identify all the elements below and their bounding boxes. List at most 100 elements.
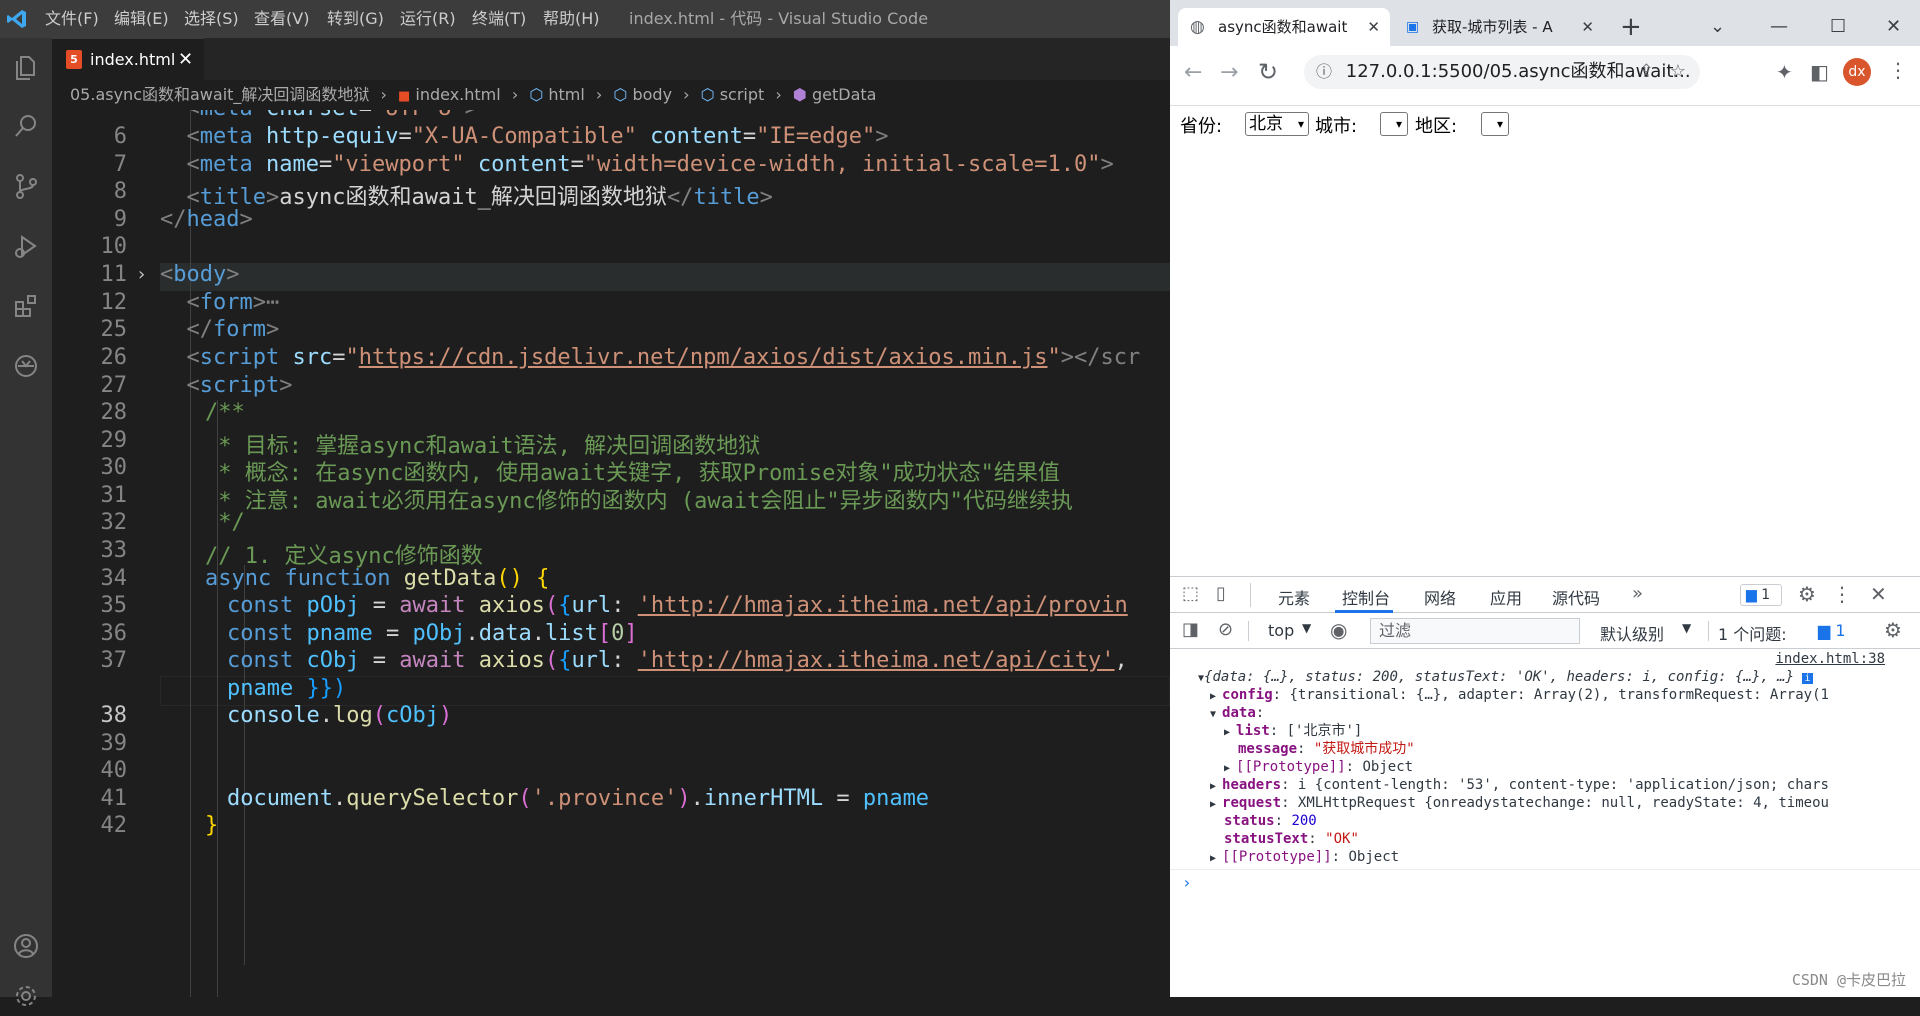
tab-network[interactable]: 网络 bbox=[1424, 585, 1456, 609]
browser-tab[interactable]: ▣ 获取-城市列表 - A ✕ bbox=[1392, 8, 1604, 46]
address-bar[interactable]: ⓘ 127.0.0.1:5500/05.async函数和await... ⇪ ☆ bbox=[1304, 55, 1700, 89]
page-icon: ▣ bbox=[1406, 19, 1420, 35]
device-toolbar-icon[interactable]: ▯ bbox=[1216, 583, 1226, 604]
breadcrumb-html[interactable]: html bbox=[548, 85, 584, 104]
chevron-down-icon[interactable]: ⌄ bbox=[1710, 8, 1725, 46]
log-list-row[interactable]: ▶ list: ['北京市'] bbox=[1224, 722, 1362, 740]
element-icon: ⬡ bbox=[613, 85, 628, 104]
province-select[interactable]: 北京 ▾ bbox=[1245, 112, 1309, 136]
divider bbox=[1248, 621, 1249, 641]
context-select[interactable]: top bbox=[1268, 621, 1294, 640]
editor-tabs bbox=[52, 38, 1170, 80]
forward-arrow-icon[interactable]: → bbox=[1220, 60, 1238, 85]
hover-line bbox=[160, 263, 1170, 291]
tab-elements[interactable]: 元素 bbox=[1278, 585, 1310, 609]
account-icon[interactable] bbox=[6, 926, 46, 966]
line-number: 9 bbox=[113, 207, 127, 232]
new-tab-button[interactable]: + bbox=[1620, 8, 1642, 46]
side-panel-icon[interactable]: ◧ bbox=[1810, 60, 1829, 84]
close-window-button[interactable]: ✕ bbox=[1886, 8, 1901, 46]
more-tabs-icon[interactable]: » bbox=[1632, 583, 1643, 604]
tab-console[interactable]: 控制台 bbox=[1342, 585, 1390, 609]
tab-index-html[interactable]: 5 index.html ✕ bbox=[52, 38, 204, 80]
log-data-row[interactable]: ▼ data: bbox=[1210, 704, 1264, 722]
menu-selection[interactable]: 选择(S) bbox=[184, 0, 239, 38]
area-label: 地区: bbox=[1415, 116, 1458, 137]
menu-file[interactable]: 文件(F) bbox=[45, 0, 99, 38]
close-icon[interactable]: ✕ bbox=[1581, 8, 1594, 46]
breadcrumb: 05.async函数和await_解决回调函数地狱 › ■ index.html… bbox=[52, 80, 1170, 110]
divider bbox=[1708, 621, 1709, 641]
log-summary-row[interactable]: ▼{data: {…}, status: 200, statusText: 'O… bbox=[1198, 668, 1918, 686]
issues-label[interactable]: 1 个问题: bbox=[1718, 621, 1787, 645]
code-line-42: } bbox=[205, 813, 219, 838]
clear-console-icon[interactable]: ⊘ bbox=[1218, 619, 1233, 640]
indent-guide bbox=[190, 110, 191, 997]
breadcrumb-script[interactable]: script bbox=[720, 85, 765, 104]
tab-application[interactable]: 应用 bbox=[1490, 585, 1522, 609]
extensions-icon[interactable] bbox=[6, 286, 46, 326]
source-link[interactable]: index.html:38 bbox=[1775, 650, 1885, 668]
chevron-down-icon: ▼ bbox=[1682, 621, 1692, 635]
menu-view[interactable]: 查看(V) bbox=[254, 0, 309, 38]
messages-badge[interactable]: ▆ 1 bbox=[1740, 584, 1782, 606]
code-line-35: const pObj = await axios({url: 'http://h… bbox=[227, 593, 1128, 618]
run-debug-icon[interactable] bbox=[6, 226, 46, 266]
settings-gear-icon[interactable]: ⚙ bbox=[1798, 582, 1816, 606]
breadcrumb-folder[interactable]: 05.async函数和await_解决回调函数地狱 bbox=[70, 85, 369, 104]
settings-gear-icon[interactable] bbox=[6, 976, 46, 1016]
line-number: 7 bbox=[113, 152, 127, 177]
console-settings-icon[interactable]: ⚙ bbox=[1884, 618, 1902, 642]
source-control-icon[interactable] bbox=[6, 166, 46, 206]
line-number: 6 bbox=[113, 124, 127, 149]
menu-terminal[interactable]: 终端(T) bbox=[472, 0, 526, 38]
eye-icon[interactable]: ◉ bbox=[1330, 618, 1347, 642]
log-levels-select[interactable]: 默认级别 bbox=[1600, 621, 1664, 645]
page-content: 省份: 北京 ▾ 城市: ▾ 地区: ▾ bbox=[1170, 106, 1920, 576]
menu-go[interactable]: 转到(G) bbox=[327, 0, 384, 38]
close-icon[interactable]: ✕ bbox=[1367, 8, 1380, 46]
breadcrumb-file[interactable]: index.html bbox=[415, 85, 500, 104]
maximize-button[interactable]: ☐ bbox=[1830, 8, 1846, 46]
reload-icon[interactable]: ↻ bbox=[1258, 58, 1278, 86]
profile-avatar[interactable]: dx bbox=[1843, 58, 1871, 86]
inspect-element-icon[interactable]: ⬚ bbox=[1182, 583, 1199, 604]
line-number: 40 bbox=[100, 758, 128, 783]
explorer-icon[interactable] bbox=[6, 47, 46, 87]
line-number: 38 bbox=[100, 703, 128, 728]
fold-chevron-icon[interactable]: › bbox=[136, 264, 147, 285]
code-editor[interactable]: 6 7 8 9 10 11 12 25 26 27 28 29 30 31 32 33 34 35 36 37 38 39… bbox=[52, 110, 1170, 997]
extensions-icon[interactable]: ✦ bbox=[1776, 60, 1793, 84]
area-select[interactable]: ▾ bbox=[1481, 112, 1509, 136]
city-select[interactable]: ▾ bbox=[1380, 112, 1408, 136]
log-request-row[interactable]: ▶ request: XMLHttpRequest {onreadystatec… bbox=[1210, 794, 1829, 812]
log-headers-row[interactable]: ▶ headers: i {content-length: '53', cont… bbox=[1210, 776, 1829, 794]
close-icon[interactable]: ✕ bbox=[178, 39, 193, 81]
star-icon[interactable]: ☆ bbox=[1670, 55, 1686, 89]
chevron-right-icon: › bbox=[775, 85, 782, 104]
breadcrumb-function[interactable]: getData bbox=[812, 85, 876, 104]
breadcrumb-body[interactable]: body bbox=[632, 85, 672, 104]
sidebar-toggle-icon[interactable]: ◨ bbox=[1182, 619, 1199, 640]
browser-tab-active[interactable]: ◍ async函数和await ✕ bbox=[1178, 8, 1390, 46]
share-icon[interactable]: ⇪ bbox=[1639, 55, 1654, 89]
log-config-row[interactable]: ▶ config: {transitional: {…}, adapter: A… bbox=[1210, 686, 1829, 704]
issues-badge[interactable]: ▆ 1 bbox=[1818, 621, 1846, 640]
kebab-menu-icon[interactable]: ⋮ bbox=[1888, 58, 1908, 82]
tab-sources[interactable]: 源代码 bbox=[1552, 585, 1600, 609]
menu-run[interactable]: 运行(R) bbox=[400, 0, 456, 38]
menu-help[interactable]: 帮助(H) bbox=[543, 0, 600, 38]
close-devtools-icon[interactable]: ✕ bbox=[1870, 582, 1887, 606]
menu-edit[interactable]: 编辑(E) bbox=[114, 0, 169, 38]
console-prompt-icon[interactable]: › bbox=[1182, 874, 1192, 892]
kebab-menu-icon[interactable]: ⋮ bbox=[1832, 582, 1852, 606]
filter-input[interactable]: 过滤 bbox=[1370, 618, 1580, 644]
devtools-panel: ⬚ ▯ 元素 控制台 网络 应用 源代码 » ▆ 1 ⚙ ⋮ ✕ ◨ ⊘ top… bbox=[1170, 576, 1920, 997]
minimize-button[interactable]: — bbox=[1770, 8, 1788, 46]
search-icon[interactable] bbox=[6, 106, 46, 146]
back-arrow-icon[interactable]: ← bbox=[1184, 60, 1202, 85]
log-proto-row[interactable]: ▶ [[Prototype]]: Object bbox=[1210, 848, 1399, 866]
window-title: index.html - 代码 - Visual Studio Code bbox=[629, 9, 929, 28]
log-data-proto-row[interactable]: ▶ [[Prototype]]: Object bbox=[1224, 758, 1413, 776]
remote-explorer-icon[interactable] bbox=[6, 346, 46, 386]
